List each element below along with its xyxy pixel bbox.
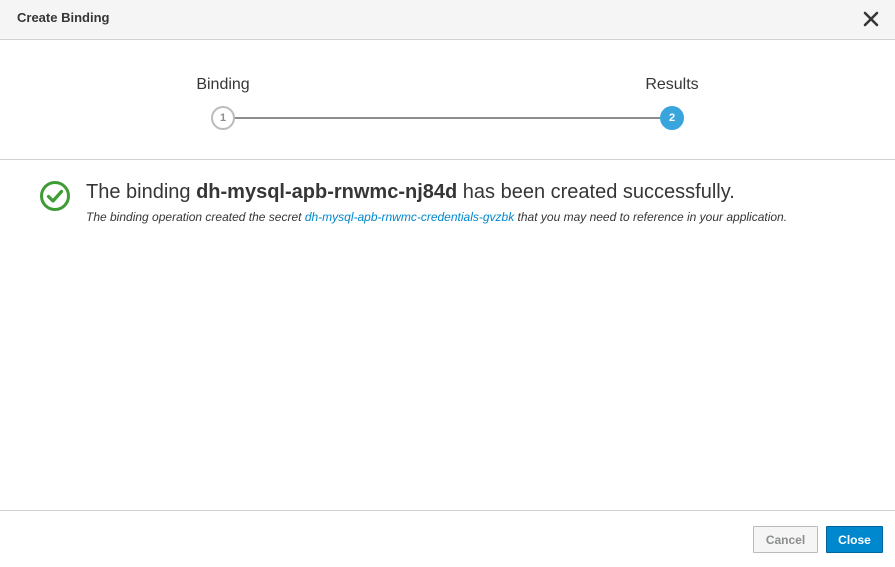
success-prefix: The binding <box>86 181 197 203</box>
close-icon[interactable] <box>860 8 882 30</box>
binding-name: dh-mysql-apb-rnwmc-nj84d <box>196 181 458 203</box>
cancel-button[interactable]: Cancel <box>753 526 818 553</box>
check-circle-icon <box>40 181 70 211</box>
step-1-circle[interactable]: 1 <box>211 106 235 130</box>
dialog-header: Create Binding <box>0 0 895 40</box>
detail-prefix: The binding operation created the secret <box>86 210 305 224</box>
step-label-binding[interactable]: Binding <box>196 76 249 94</box>
wizard-steps: Binding Results 1 2 <box>0 40 895 160</box>
success-detail: The binding operation created the secret… <box>86 210 787 224</box>
secret-link[interactable]: dh-mysql-apb-rnwmc-credentials-gvzbk <box>305 210 514 224</box>
step-2-circle[interactable]: 2 <box>660 106 684 130</box>
success-message: The binding dh-mysql-apb-rnwmc-nj84d has… <box>86 181 735 204</box>
step-connector-line <box>234 117 662 119</box>
step-label-results[interactable]: Results <box>645 76 698 94</box>
success-suffix: has been created successfully. <box>457 181 735 203</box>
dialog-footer: Cancel Close <box>0 510 895 567</box>
close-button[interactable]: Close <box>826 526 883 553</box>
dialog-title: Create Binding <box>17 10 110 25</box>
detail-suffix: that you may need to reference in your a… <box>514 210 788 224</box>
